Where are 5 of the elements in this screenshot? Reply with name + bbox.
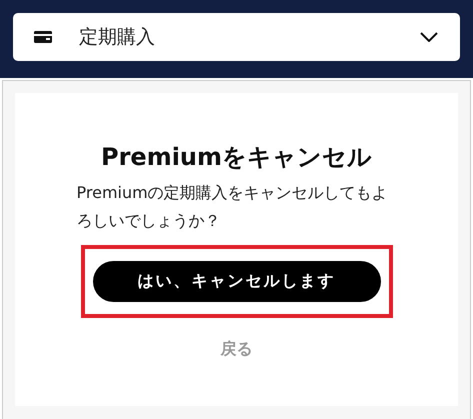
confirm-cancel-button[interactable]: はい、キャンセルします [92,261,380,302]
dialog-title: Premiumをキャンセル [100,142,372,173]
section-dropdown[interactable]: 定期購入 [13,13,460,61]
dialog-message: Premiumの定期購入をキャンセルしてもよろしいでしょうか？ [76,182,389,232]
credit-card-icon [34,31,52,43]
